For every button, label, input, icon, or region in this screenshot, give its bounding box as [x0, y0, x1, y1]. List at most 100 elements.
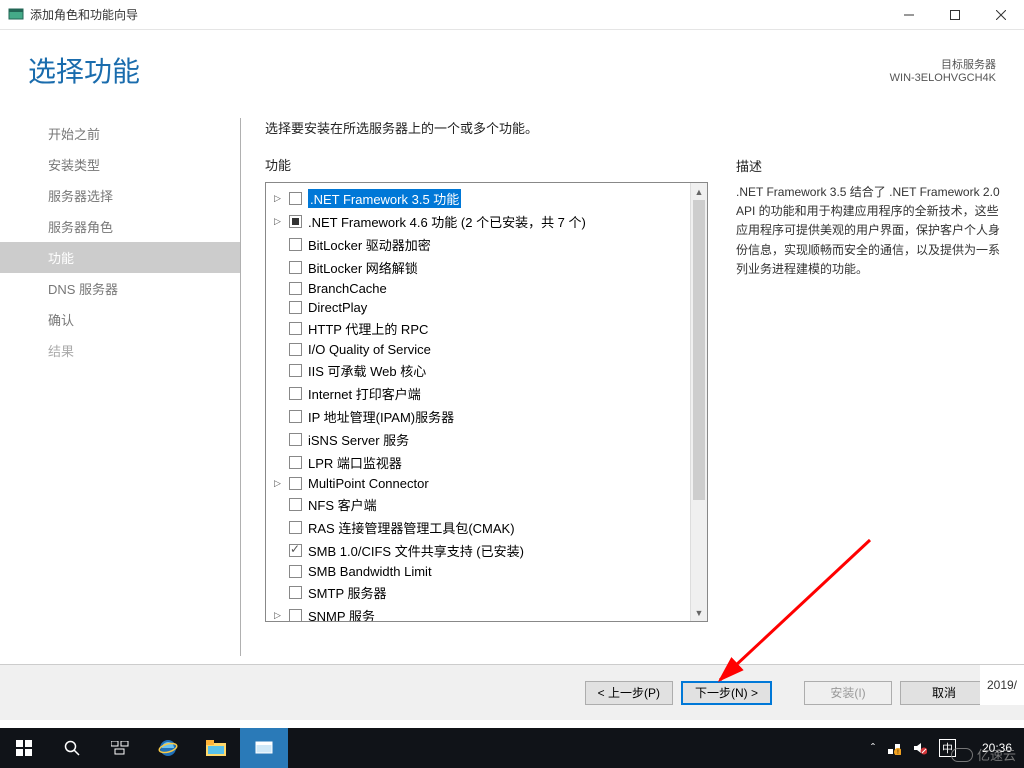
sidebar-item-results: 结果 — [0, 335, 240, 366]
scroll-down-icon[interactable]: ▼ — [691, 604, 707, 621]
wizard-window: 添加角色和功能向导 选择功能 目标服务器 WIN-3ELOHVGCH4K 开始之… — [0, 0, 1024, 720]
maximize-button[interactable] — [932, 0, 978, 30]
expander-icon[interactable]: ▷ — [272, 216, 283, 227]
expander-icon[interactable]: ▷ — [272, 610, 283, 621]
expander-icon — [272, 302, 283, 313]
feature-item[interactable]: IP 地址管理(IPAM)服务器 — [268, 405, 688, 428]
install-button: 安装(I) — [804, 681, 892, 705]
features-label: 功能 — [265, 155, 708, 174]
feature-label: SNMP 服务 — [308, 606, 375, 621]
feature-checkbox[interactable] — [289, 456, 302, 469]
feature-label: HTTP 代理上的 RPC — [308, 319, 428, 338]
volume-muted-icon[interactable] — [913, 741, 927, 755]
sidebar-item-server-select[interactable]: 服务器选择 — [0, 180, 240, 211]
feature-checkbox[interactable] — [289, 477, 302, 490]
feature-item[interactable]: ▷ MultiPoint Connector — [268, 474, 688, 493]
scrollbar[interactable]: ▲ ▼ — [690, 183, 707, 621]
wizard-steps-sidebar: 开始之前 安装类型 服务器选择 服务器角色 功能 DNS 服务器 确认 结果 — [0, 110, 240, 664]
feature-item[interactable]: Internet 打印客户端 — [268, 382, 688, 405]
feature-item[interactable]: DirectPlay — [268, 298, 688, 317]
feature-item[interactable]: RAS 连接管理器管理工具包(CMAK) — [268, 516, 688, 539]
server-manager-icon[interactable] — [240, 728, 288, 768]
feature-checkbox[interactable] — [289, 261, 302, 274]
scroll-track[interactable] — [691, 200, 707, 604]
feature-item[interactable]: I/O Quality of Service — [268, 340, 688, 359]
target-server-info: 目标服务器 WIN-3ELOHVGCH4K — [890, 56, 996, 84]
next-button[interactable]: 下一步(N) > — [681, 681, 772, 705]
feature-checkbox[interactable] — [289, 433, 302, 446]
sidebar-item-dns-server[interactable]: DNS 服务器 — [0, 273, 240, 304]
sidebar-item-before-begin[interactable]: 开始之前 — [0, 118, 240, 149]
sidebar-item-install-type[interactable]: 安装类型 — [0, 149, 240, 180]
feature-label: BitLocker 网络解锁 — [308, 258, 418, 277]
feature-checkbox[interactable] — [289, 301, 302, 314]
taskbar[interactable]: ˆ ! 中 20:36 — [0, 728, 1024, 768]
feature-checkbox[interactable] — [289, 322, 302, 335]
app-icon — [8, 7, 24, 23]
sidebar-item-server-roles[interactable]: 服务器角色 — [0, 211, 240, 242]
feature-checkbox[interactable] — [289, 565, 302, 578]
feature-item[interactable]: ▷ SNMP 服务 — [268, 604, 688, 621]
feature-item[interactable]: LPR 端口监视器 — [268, 451, 688, 474]
feature-checkbox[interactable] — [289, 410, 302, 423]
feature-item[interactable]: SMTP 服务器 — [268, 581, 688, 604]
target-server-name: WIN-3ELOHVGCH4K — [890, 72, 996, 84]
ie-icon[interactable] — [144, 728, 192, 768]
description-text: .NET Framework 3.5 结合了 .NET Framework 2.… — [736, 183, 1008, 279]
feature-item[interactable]: BitLocker 驱动器加密 — [268, 233, 688, 256]
feature-checkbox[interactable] — [289, 609, 302, 621]
feature-checkbox[interactable] — [289, 387, 302, 400]
expander-icon — [272, 545, 283, 556]
feature-label: SMB 1.0/CIFS 文件共享支持 (已安装) — [308, 541, 524, 560]
feature-checkbox[interactable] — [289, 364, 302, 377]
expander-icon — [272, 457, 283, 468]
feature-checkbox[interactable] — [289, 586, 302, 599]
search-icon[interactable] — [48, 728, 96, 768]
feature-label: IP 地址管理(IPAM)服务器 — [308, 407, 454, 426]
feature-item[interactable]: ▷.NET Framework 3.5 功能 — [268, 187, 688, 210]
window-title: 添加角色和功能向导 — [30, 6, 886, 23]
file-explorer-icon[interactable] — [192, 728, 240, 768]
feature-item[interactable]: ▷ .NET Framework 4.6 功能 (2 个已安装，共 7 个) — [268, 210, 688, 233]
expander-icon — [272, 388, 283, 399]
feature-checkbox[interactable] — [289, 544, 302, 557]
feature-checkbox[interactable] — [289, 192, 302, 205]
features-list[interactable]: ▷.NET Framework 3.5 功能▷.NET Framework 4.… — [266, 183, 690, 621]
close-button[interactable] — [978, 0, 1024, 30]
feature-item[interactable]: SMB Bandwidth Limit — [268, 562, 688, 581]
feature-checkbox[interactable] — [289, 215, 302, 228]
minimize-button[interactable] — [886, 0, 932, 30]
sidebar-item-confirm[interactable]: 确认 — [0, 304, 240, 335]
feature-checkbox[interactable] — [289, 498, 302, 511]
start-button[interactable] — [0, 728, 48, 768]
feature-checkbox[interactable] — [289, 282, 302, 295]
network-warning-icon[interactable]: ! — [887, 741, 901, 755]
expander-icon[interactable]: ▷ — [272, 193, 283, 204]
expander-icon — [272, 323, 283, 334]
feature-item[interactable]: BitLocker 网络解锁 — [268, 256, 688, 279]
feature-checkbox[interactable] — [289, 343, 302, 356]
feature-item[interactable]: iSNS Server 服务 — [268, 428, 688, 451]
feature-item[interactable]: IIS 可承载 Web 核心 — [268, 359, 688, 382]
scroll-thumb[interactable] — [693, 200, 705, 500]
cancel-button[interactable]: 取消 — [900, 681, 988, 705]
scroll-up-icon[interactable]: ▲ — [691, 183, 707, 200]
feature-label: .NET Framework 4.6 功能 (2 个已安装，共 7 个) — [308, 212, 586, 231]
feature-item[interactable]: BranchCache — [268, 279, 688, 298]
task-view-icon[interactable] — [96, 728, 144, 768]
feature-item[interactable]: NFS 客户端 — [268, 493, 688, 516]
page-title: 选择功能 — [28, 50, 890, 90]
expander-icon[interactable]: ▷ — [272, 478, 283, 489]
tray-chevron-icon[interactable]: ˆ — [871, 741, 875, 755]
feature-checkbox[interactable] — [289, 238, 302, 251]
feature-label: IIS 可承载 Web 核心 — [308, 361, 426, 380]
feature-item[interactable]: HTTP 代理上的 RPC — [268, 317, 688, 340]
sidebar-item-features[interactable]: 功能 — [0, 242, 240, 273]
feature-label: MultiPoint Connector — [308, 476, 429, 491]
prev-button[interactable]: < 上一步(P) — [585, 681, 673, 705]
cloud-icon — [951, 748, 973, 762]
features-listbox: ▷.NET Framework 3.5 功能▷.NET Framework 4.… — [265, 182, 708, 622]
feature-item[interactable]: SMB 1.0/CIFS 文件共享支持 (已安装) — [268, 539, 688, 562]
feature-label: I/O Quality of Service — [308, 342, 431, 357]
feature-checkbox[interactable] — [289, 521, 302, 534]
